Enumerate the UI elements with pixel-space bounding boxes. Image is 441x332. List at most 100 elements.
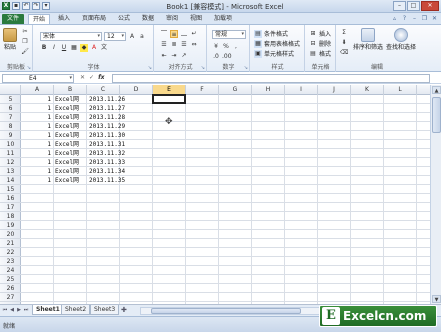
row-header[interactable]: 12 bbox=[0, 158, 21, 167]
font-color-icon[interactable]: A bbox=[90, 44, 98, 52]
tab-formulas[interactable]: 公式 bbox=[118, 14, 130, 24]
font-name-select[interactable]: 宋体 ▾ bbox=[40, 32, 102, 41]
minimize-button[interactable]: – bbox=[393, 1, 406, 11]
alignment-launcher-icon[interactable]: ↘ bbox=[201, 65, 205, 71]
number-launcher-icon[interactable]: ↘ bbox=[244, 65, 248, 71]
italic-button[interactable]: I bbox=[50, 44, 58, 52]
last-sheet-icon[interactable]: ⏭ bbox=[23, 306, 29, 315]
row-header[interactable]: 24 bbox=[0, 266, 21, 275]
row-header[interactable]: 19 bbox=[0, 221, 21, 230]
column-header-j[interactable]: J bbox=[318, 85, 351, 95]
cell-b[interactable]: Excel网 bbox=[55, 140, 79, 149]
copy-icon[interactable]: ❐ bbox=[21, 38, 29, 46]
cell-a[interactable]: 1 bbox=[21, 113, 51, 122]
column-header-c[interactable]: C bbox=[87, 85, 120, 95]
scroll-up-icon[interactable]: ▲ bbox=[432, 86, 441, 94]
collapse-ribbon-icon[interactable]: ▵ bbox=[391, 15, 398, 22]
row-header[interactable]: 6 bbox=[0, 104, 21, 113]
cell-a[interactable]: 1 bbox=[21, 158, 51, 167]
number-format-select[interactable]: 常规 ▾ bbox=[212, 30, 246, 39]
cell-a[interactable]: 1 bbox=[21, 140, 51, 149]
excel-app-icon[interactable]: X bbox=[2, 2, 10, 10]
row-header[interactable]: 10 bbox=[0, 140, 21, 149]
new-sheet-icon[interactable]: ✚ bbox=[121, 306, 127, 314]
insert-function-icon[interactable]: fx bbox=[98, 74, 104, 81]
row-header[interactable]: 17 bbox=[0, 203, 21, 212]
cell-c[interactable]: 2013.11.35 bbox=[89, 176, 125, 185]
cell-c[interactable]: 2013.11.28 bbox=[89, 113, 125, 122]
align-top-icon[interactable]: ⎺ bbox=[160, 30, 168, 38]
workbook-close-icon[interactable]: ✕ bbox=[431, 15, 438, 22]
delete-cells-button[interactable]: ⊟ 删除 bbox=[309, 39, 331, 49]
grow-font-icon[interactable]: A bbox=[128, 33, 136, 41]
decrease-indent-icon[interactable]: ⇤ bbox=[160, 52, 168, 60]
cell-b[interactable]: Excel网 bbox=[55, 95, 79, 104]
fill-color-icon[interactable]: ◆ bbox=[80, 44, 88, 52]
tab-insert[interactable]: 插入 bbox=[58, 14, 70, 24]
column-header-h[interactable]: H bbox=[252, 85, 285, 95]
row-header[interactable]: 20 bbox=[0, 230, 21, 239]
tab-addins[interactable]: 加载项 bbox=[214, 14, 232, 24]
vertical-scrollbar[interactable]: ▲ ▼ bbox=[430, 85, 441, 304]
maximize-button[interactable]: □ bbox=[407, 1, 420, 11]
first-sheet-icon[interactable]: ⏮ bbox=[2, 306, 8, 315]
row-header[interactable]: 9 bbox=[0, 131, 21, 140]
name-box[interactable]: E4 ▾ bbox=[2, 74, 74, 83]
cell-a[interactable]: 1 bbox=[21, 149, 51, 158]
conditional-format-button[interactable]: ▤ 条件格式 bbox=[254, 29, 288, 38]
row-header[interactable]: 23 bbox=[0, 257, 21, 266]
tab-data[interactable]: 数据 bbox=[142, 14, 154, 24]
align-middle-icon[interactable]: ≡ bbox=[170, 30, 178, 38]
merge-center-icon[interactable]: ⇔ bbox=[190, 41, 198, 49]
align-left-icon[interactable]: ☰ bbox=[160, 41, 168, 49]
decrease-decimal-icon[interactable]: .00 bbox=[222, 53, 232, 61]
confirm-entry-icon[interactable]: ✓ bbox=[89, 74, 94, 81]
cell-b[interactable]: Excel网 bbox=[55, 149, 79, 158]
column-header-b[interactable]: B bbox=[54, 85, 87, 95]
clipboard-launcher-icon[interactable]: ↘ bbox=[27, 65, 31, 71]
cell-a[interactable]: 1 bbox=[21, 95, 51, 104]
increase-decimal-icon[interactable]: .0 bbox=[212, 53, 220, 61]
cell-b[interactable]: Excel网 bbox=[55, 104, 79, 113]
row-header[interactable]: 5 bbox=[0, 95, 21, 104]
row-header[interactable]: 26 bbox=[0, 284, 21, 293]
row-header[interactable]: 13 bbox=[0, 167, 21, 176]
font-launcher-icon[interactable]: ↘ bbox=[148, 65, 152, 71]
cell-b[interactable]: Excel网 bbox=[55, 176, 79, 185]
cell-area[interactable]: 1 Excel网 2013.11.26 1 Excel网 2013.11.27 1 Excel… bbox=[21, 94, 430, 304]
currency-icon[interactable]: ¥ bbox=[212, 43, 220, 51]
column-header-f[interactable]: F bbox=[186, 85, 219, 95]
cell-a[interactable]: 1 bbox=[21, 167, 51, 176]
format-cells-button[interactable]: ▤ 格式 bbox=[309, 49, 331, 59]
workbook-restore-icon[interactable]: ❐ bbox=[421, 15, 428, 22]
comma-icon[interactable]: , bbox=[232, 43, 240, 51]
workbook-minimize-icon[interactable]: – bbox=[411, 15, 418, 22]
underline-button[interactable]: U bbox=[60, 44, 68, 52]
sheet-tab-3[interactable]: Sheet3 bbox=[90, 305, 120, 315]
cell-a[interactable]: 1 bbox=[21, 122, 51, 131]
autosum-icon[interactable]: Σ bbox=[340, 29, 348, 37]
sheet-tab-1[interactable]: Sheet1 bbox=[32, 305, 64, 315]
row-header[interactable]: 8 bbox=[0, 122, 21, 131]
find-select-button[interactable]: 查找和选择 bbox=[385, 28, 417, 51]
percent-icon[interactable]: % bbox=[222, 43, 230, 51]
orientation-icon[interactable]: ↗ bbox=[180, 52, 188, 60]
tab-page-layout[interactable]: 页面布局 bbox=[82, 14, 106, 24]
sheet-tab-2[interactable]: Sheet2 bbox=[61, 305, 91, 315]
column-header-i[interactable]: I bbox=[285, 85, 318, 95]
format-as-table-button[interactable]: ▦ 套用表格格式 bbox=[254, 39, 300, 48]
cut-icon[interactable]: ✂ bbox=[21, 28, 29, 36]
cell-a[interactable]: 1 bbox=[21, 131, 51, 140]
next-sheet-icon[interactable]: ▶ bbox=[16, 306, 22, 315]
border-icon[interactable]: ▦ bbox=[70, 44, 78, 52]
redo-icon[interactable]: ↷ bbox=[32, 2, 40, 10]
cell-a[interactable]: 1 bbox=[21, 176, 51, 185]
cell-c[interactable]: 2013.11.30 bbox=[89, 131, 125, 140]
row-header[interactable]: 25 bbox=[0, 275, 21, 284]
formula-input[interactable] bbox=[112, 74, 430, 83]
sort-filter-button[interactable]: 排序和筛选 bbox=[351, 28, 385, 51]
row-header[interactable]: 14 bbox=[0, 176, 21, 185]
cell-b[interactable]: Excel网 bbox=[55, 113, 79, 122]
cell-c[interactable]: 2013.11.33 bbox=[89, 158, 125, 167]
tab-home[interactable]: 开始 bbox=[28, 14, 50, 24]
